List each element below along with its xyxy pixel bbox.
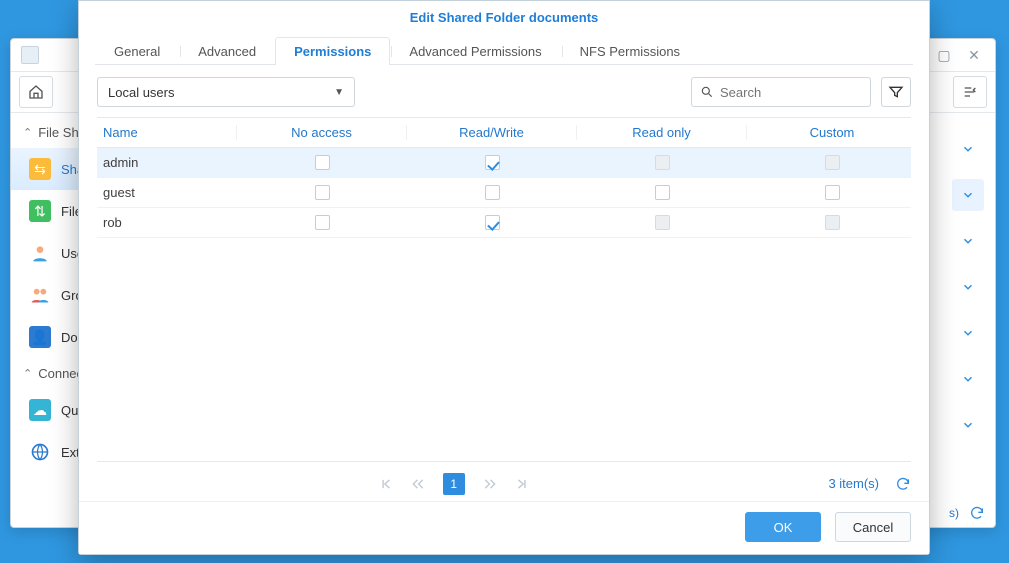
expand-row-7[interactable] [952, 409, 984, 441]
tab-label: Advanced Permissions [409, 44, 541, 59]
globe-icon [29, 441, 51, 463]
refresh-icon[interactable] [969, 505, 985, 521]
tab-general[interactable]: General [95, 37, 179, 65]
expand-row-6[interactable] [952, 363, 984, 395]
tab-advanced[interactable]: Advanced [179, 37, 275, 65]
bg-status: s) [949, 505, 985, 521]
maximize-icon[interactable]: ▢ [933, 44, 955, 66]
ok-button[interactable]: OK [745, 512, 821, 542]
tab-advanced-permissions[interactable]: Advanced Permissions [390, 37, 560, 65]
dialog-toolbar: Local users ▼ [79, 65, 929, 117]
tab-label: General [114, 44, 160, 59]
cancel-button[interactable]: Cancel [835, 512, 911, 542]
row-name: guest [97, 185, 237, 200]
sort-button[interactable] [953, 76, 987, 108]
filter-button[interactable] [881, 77, 911, 107]
pager-first[interactable] [379, 477, 393, 491]
edit-folder-dialog: Edit Shared Folder documents General Adv… [78, 0, 930, 555]
bg-item-count: s) [949, 506, 959, 520]
caret-down-icon: ▼ [334, 87, 344, 98]
search-icon [700, 85, 714, 99]
checkbox[interactable] [825, 155, 840, 170]
dialog-tabs: General Advanced Permissions Advanced Pe… [79, 35, 929, 64]
dialog-title: Edit Shared Folder documents [79, 1, 929, 35]
pager-count: 3 item(s) [828, 476, 879, 491]
user-type-select[interactable]: Local users ▼ [97, 77, 355, 107]
checkbox[interactable] [485, 185, 500, 200]
table-row[interactable]: rob [97, 208, 911, 238]
col-custom[interactable]: Custom [747, 125, 917, 140]
checkbox[interactable] [655, 215, 670, 230]
col-no-access[interactable]: No access [237, 125, 407, 140]
tab-label: Permissions [294, 44, 371, 59]
chevron-up-icon: ⌃ [23, 126, 32, 139]
close-icon[interactable]: ✕ [963, 44, 985, 66]
pager-last[interactable] [515, 477, 529, 491]
user-icon [29, 242, 51, 264]
tab-label: NFS Permissions [580, 44, 680, 59]
tab-nfs-permissions[interactable]: NFS Permissions [561, 37, 699, 65]
checkbox[interactable] [315, 185, 330, 200]
tab-permissions[interactable]: Permissions [275, 37, 390, 65]
checkbox[interactable] [825, 215, 840, 230]
expand-row-2[interactable] [952, 179, 984, 211]
checkbox[interactable] [825, 185, 840, 200]
checkbox[interactable] [655, 155, 670, 170]
pager-prev[interactable] [411, 477, 425, 491]
home-button[interactable] [19, 76, 53, 108]
row-name: admin [97, 155, 237, 170]
col-name[interactable]: Name [97, 125, 237, 140]
checkbox[interactable] [485, 215, 500, 230]
select-value: Local users [108, 85, 174, 100]
share-icon: ⇆ [29, 158, 51, 180]
app-icon [21, 46, 39, 64]
search-input[interactable] [720, 85, 862, 100]
permissions-grid: Name No access Read/Write Read only Cust… [97, 117, 911, 238]
right-panel [949, 119, 987, 519]
pager-current[interactable]: 1 [443, 473, 465, 495]
table-row[interactable]: guest [97, 178, 911, 208]
pager: 1 3 item(s) [97, 461, 911, 501]
expand-row-1[interactable] [952, 133, 984, 165]
checkbox[interactable] [655, 185, 670, 200]
pager-next[interactable] [483, 477, 497, 491]
expand-row-3[interactable] [952, 225, 984, 257]
grid-header: Name No access Read/Write Read only Cust… [97, 118, 911, 148]
col-read-only[interactable]: Read only [577, 125, 747, 140]
checkbox[interactable] [485, 155, 500, 170]
group-icon [29, 284, 51, 306]
checkbox[interactable] [315, 215, 330, 230]
row-name: rob [97, 215, 237, 230]
button-label: OK [774, 520, 793, 535]
tab-label: Advanced [198, 44, 256, 59]
file-services-icon: ⇅ [29, 200, 51, 222]
dialog-footer: OK Cancel [79, 501, 929, 554]
cloud-icon: ☁ [29, 399, 51, 421]
button-label: Cancel [853, 520, 893, 535]
checkbox[interactable] [315, 155, 330, 170]
search-box[interactable] [691, 77, 871, 107]
col-read-write[interactable]: Read/Write [407, 125, 577, 140]
expand-row-5[interactable] [952, 317, 984, 349]
expand-row-4[interactable] [952, 271, 984, 303]
chevron-up-icon: ⌃ [23, 367, 32, 380]
refresh-icon[interactable] [895, 476, 911, 492]
domain-icon: 👤 [29, 326, 51, 348]
table-row[interactable]: admin [97, 148, 911, 178]
